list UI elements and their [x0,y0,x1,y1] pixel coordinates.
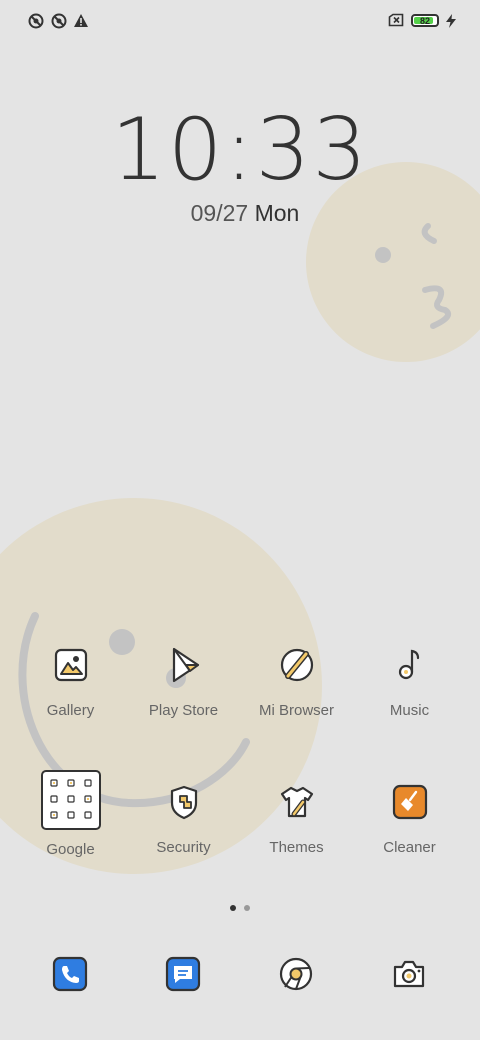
app-mi-browser[interactable]: Mi Browser [240,641,353,719]
app-label: Google [46,841,95,858]
clock-date: 09/27 Mon [0,200,480,227]
app-label: Gallery [46,702,95,719]
weekday-text: Mon [254,200,300,226]
app-music[interactable]: Music [353,641,466,719]
music-icon [398,649,419,680]
app-themes[interactable]: Themes [240,778,353,856]
date-text: 09/27 [190,200,249,226]
app-play-store[interactable]: Play Store [127,641,240,719]
chrome-icon[interactable] [272,950,320,998]
warning-icon [74,14,88,27]
phone-icon[interactable] [46,950,94,998]
security-icon [170,785,197,820]
clock-time: 10:33 [111,100,369,200]
app-label: Mi Browser [258,702,334,719]
app-label: Play Store [148,702,219,719]
google-folder-icon [40,770,101,830]
charging-icon [446,14,456,28]
location-off-icon [51,13,67,29]
battery-level: 82 [419,16,430,26]
themes-icon [280,786,313,818]
app-security[interactable]: Security [127,778,240,856]
app-label: Themes [269,839,324,856]
messages-icon[interactable] [159,950,207,998]
page-dot [244,905,250,911]
app-gallery[interactable]: Gallery [14,641,127,719]
page-dot-active [230,905,236,911]
gallery-icon [54,648,87,682]
app-label: Cleaner [383,839,436,856]
browser-icon [280,648,313,682]
cleaner-icon [392,784,427,820]
camera-icon[interactable] [385,950,433,998]
no-sim-icon [388,13,404,27]
page-indicator [0,898,480,916]
play-store-icon [172,647,199,683]
battery-icon: 82 [411,14,439,27]
app-label: Security [156,839,211,856]
location-off-icon [28,13,44,29]
app-cleaner[interactable]: Cleaner [353,778,466,856]
app-google-folder[interactable]: Google [14,770,127,858]
app-label: Music [389,702,430,719]
